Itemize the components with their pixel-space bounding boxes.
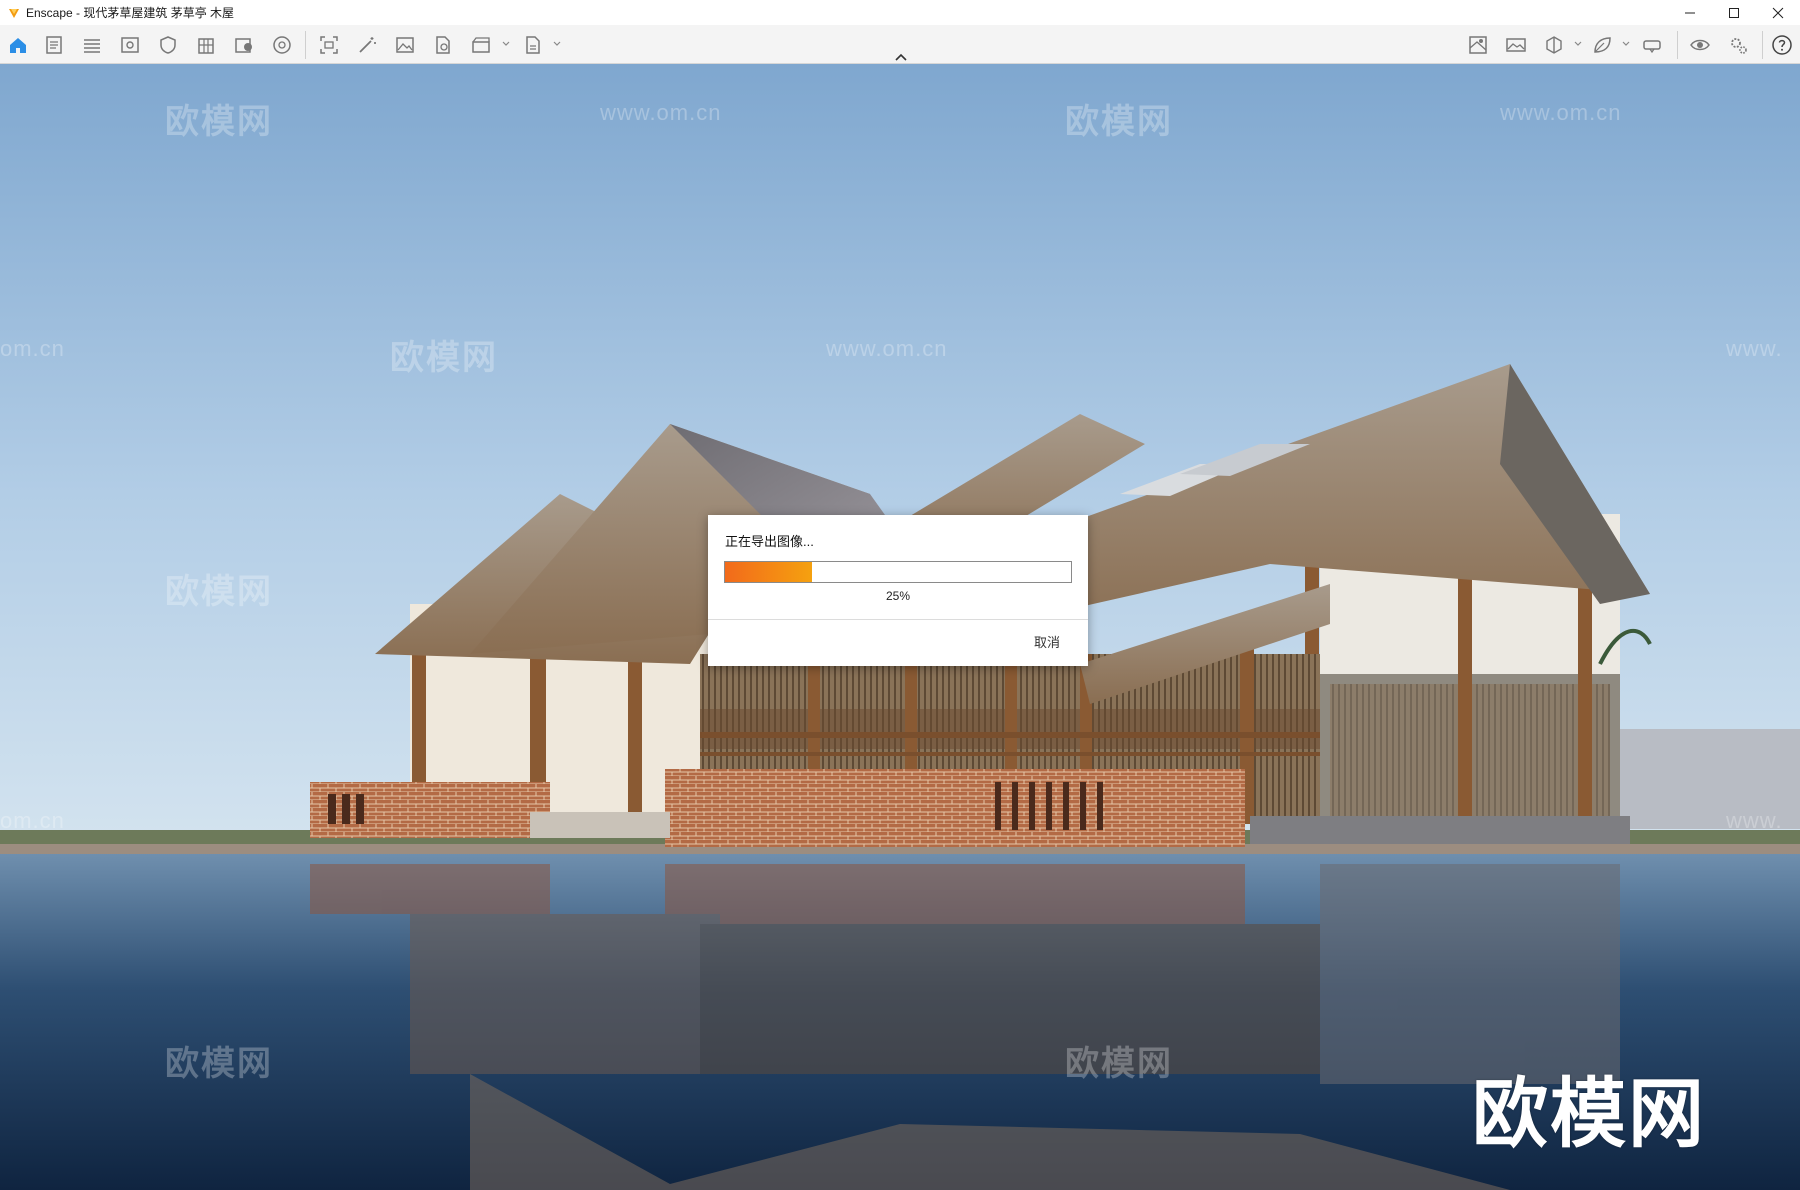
watermark-url-partial: www. [1726,808,1783,833]
dialog-divider [708,619,1088,620]
watermark-logo: 欧模网 [1065,103,1173,141]
view-icon[interactable] [118,33,142,57]
panorama-icon[interactable] [1504,33,1528,57]
window-controls [1668,0,1800,25]
chevron-down-icon[interactable] [1573,39,1583,49]
maximize-icon[interactable] [1712,0,1756,25]
toolbar-separator [1762,31,1763,59]
settings-icon[interactable] [1726,33,1750,57]
export-icon[interactable] [431,33,455,57]
watermark-url: www.om.cn [826,336,948,361]
collapse-toolbar-icon[interactable] [892,52,910,62]
video-camera-icon[interactable] [469,33,493,57]
watermark-logo: 欧模网 [165,1045,273,1083]
shield-icon[interactable] [156,33,180,57]
progress-bar-fill [725,562,812,582]
image-icon[interactable] [393,33,417,57]
close-icon[interactable] [1756,0,1800,25]
watermark-url-partial: om.cn [0,336,65,361]
progress-bar [724,561,1072,583]
map-icon[interactable] [1466,33,1490,57]
watermark-logo: 欧模网 [165,103,273,141]
magic-wand-icon[interactable] [355,33,379,57]
title-bar: Enscape - 现代茅草屋建筑 茅草亭 木屋 [0,0,1800,25]
minimize-icon[interactable] [1668,0,1712,25]
export-progress-dialog: 正在导出图像... 25% 取消 [708,515,1088,666]
help-icon[interactable] [1770,33,1794,57]
vr-headset-icon[interactable] [1640,33,1664,57]
document-icon[interactable] [42,33,66,57]
eye-icon[interactable] [1688,33,1712,57]
watermark-logo: 欧模网 [1065,1045,1173,1083]
building-icon[interactable] [194,33,218,57]
toolbar-separator [1677,31,1678,59]
material-icon[interactable] [270,33,294,57]
dialog-title: 正在导出图像... [725,534,814,549]
asset-library-icon[interactable] [232,33,256,57]
enscape-logo-icon [9,8,19,18]
screenshot-icon[interactable] [317,33,341,57]
chevron-down-icon[interactable] [1621,39,1631,49]
watermark-url: www.om.cn [1500,100,1622,125]
watermark-url: www.om.cn [600,100,722,125]
progress-percent: 25% [885,589,911,603]
chevron-down-icon[interactable] [552,39,562,49]
watermark-url-partial: om.cn [0,808,65,833]
watermark-logo: 欧模网 [390,339,498,377]
window-title: Enscape - 现代茅草屋建筑 茅草亭 木屋 [26,6,235,20]
chevron-down-icon[interactable] [501,39,511,49]
cancel-button[interactable]: 取消 [1034,632,1060,651]
watermark-url-partial: www. [1726,336,1783,361]
cube-icon[interactable] [1542,33,1566,57]
leaf-icon[interactable] [1590,33,1614,57]
batch-render-icon[interactable] [521,33,545,57]
watermark-big-logo: 欧模网 [1472,1072,1706,1157]
bim-icon[interactable] [80,33,104,57]
toolbar-separator [305,31,306,59]
watermark-logo: 欧模网 [165,573,273,611]
home-icon[interactable] [6,33,30,57]
